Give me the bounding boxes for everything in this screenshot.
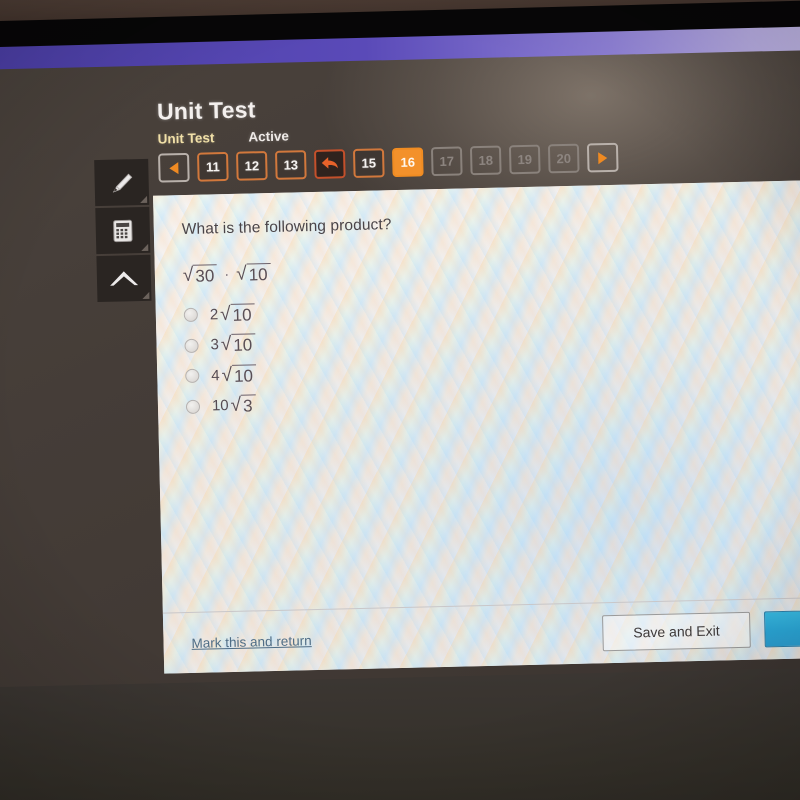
answer-option-c[interactable]: 4 √ 10 xyxy=(185,351,800,388)
answer-option-label: 2 √ 10 xyxy=(209,302,255,326)
page-title: Unit Test xyxy=(156,96,256,125)
pager-item-13[interactable]: 13 xyxy=(274,150,307,180)
option-coefficient: 2 xyxy=(209,306,219,324)
pager-item-20: 20 xyxy=(547,143,580,174)
answer-option-a[interactable]: 2 √ 10 xyxy=(183,289,800,326)
answer-option-label: 10 √ 3 xyxy=(211,394,256,418)
option-radicand: 10 xyxy=(230,302,255,326)
option-radical: √ 10 xyxy=(219,302,255,326)
radical-sign: √ xyxy=(220,334,232,356)
radical-right: √ 10 xyxy=(235,262,271,286)
up-arrow-icon xyxy=(107,265,142,292)
answer-option-label: 3 √ 10 xyxy=(210,333,256,356)
radicand-right: 10 xyxy=(246,262,271,286)
pager-next-button[interactable] xyxy=(586,142,619,173)
radical-sign: √ xyxy=(230,394,242,417)
option-radicand: 3 xyxy=(240,394,256,417)
assessment-name: Unit Test xyxy=(157,130,215,147)
footer-actions: Save and Exit Next xyxy=(601,609,800,652)
option-radical: √ 10 xyxy=(221,363,257,387)
pager-item-11[interactable]: 11 xyxy=(197,151,229,182)
radical-sign: √ xyxy=(182,264,194,287)
pencil-icon xyxy=(106,167,137,198)
pager-item-15[interactable]: 15 xyxy=(352,148,385,178)
radio-button[interactable] xyxy=(184,338,199,353)
header: Unit Test Unit Test Active xyxy=(156,96,290,147)
save-and-exit-button[interactable]: Save and Exit xyxy=(601,611,752,652)
answer-options: 2 √ 10 3 √ 10 4 √ 10 10 √ 3 xyxy=(183,289,800,418)
pager-item-18: 18 xyxy=(469,145,502,176)
answer-option-label: 4 √ 10 xyxy=(211,363,257,387)
option-radical: √ 10 xyxy=(220,333,256,356)
answer-option-b[interactable]: 3 √ 10 xyxy=(184,320,800,357)
pager-item-label: 13 xyxy=(283,157,299,173)
reference-tool-button[interactable] xyxy=(96,254,152,303)
triangle-left-icon xyxy=(169,161,179,174)
multiplication-operator: · xyxy=(224,266,230,284)
pager-item-label: 11 xyxy=(205,159,220,175)
pager-item-label: 16 xyxy=(400,154,416,170)
option-coefficient: 10 xyxy=(211,397,229,415)
option-coefficient: 4 xyxy=(211,367,220,385)
option-radicand: 10 xyxy=(231,363,257,387)
radical-sign: √ xyxy=(221,364,233,386)
pager-item-17: 17 xyxy=(430,146,463,177)
radical-left: √ 30 xyxy=(182,264,218,287)
question-prompt: What is the following product? xyxy=(181,216,392,239)
pager-item-label: 19 xyxy=(517,151,533,168)
radical-sign: √ xyxy=(219,303,231,325)
highlighter-tool-button[interactable] xyxy=(94,158,150,207)
tool-rail xyxy=(94,158,152,303)
mark-and-return-link[interactable]: Mark this and return xyxy=(191,633,311,651)
monitor-photo: Unit Test Unit Test Active 11 12 13 15 1… xyxy=(0,0,800,800)
pager-item-label: 12 xyxy=(244,158,260,174)
triangle-right-icon xyxy=(598,151,608,164)
panel-footer: Mark this and return Save and Exit Next xyxy=(162,596,800,674)
pager-prev-button[interactable] xyxy=(158,152,190,183)
desk-surface-bottom xyxy=(0,666,800,800)
pager-item-label: 17 xyxy=(439,153,455,169)
radio-button[interactable] xyxy=(183,308,199,323)
pager-item-label: 15 xyxy=(361,155,377,171)
pager-item-12[interactable]: 12 xyxy=(235,151,268,181)
radical-sign: √ xyxy=(235,263,247,285)
radio-button[interactable] xyxy=(185,369,200,384)
pager-item-label: 18 xyxy=(478,152,494,169)
calculator-icon xyxy=(108,216,137,245)
screen-area: Unit Test Unit Test Active 11 12 13 15 1… xyxy=(0,49,800,710)
status-badge: Active xyxy=(248,128,290,145)
pager-item-16-current[interactable]: 16 xyxy=(391,147,424,178)
option-radical: √ 3 xyxy=(230,394,256,417)
pager-item-14-flagged[interactable] xyxy=(313,149,346,179)
calculator-tool-button[interactable] xyxy=(95,206,151,255)
question-pager: 11 12 13 15 16 17 18 19 20 xyxy=(158,142,619,183)
question-body: What is the following product? √ 30 · √ … xyxy=(153,179,800,418)
next-button[interactable]: Next xyxy=(764,609,800,648)
pager-item-label: 20 xyxy=(556,150,572,167)
radicand-left: 30 xyxy=(193,264,218,287)
pager-item-19: 19 xyxy=(508,144,541,175)
option-coefficient: 3 xyxy=(210,336,220,354)
option-radicand: 10 xyxy=(231,333,256,356)
radio-button[interactable] xyxy=(185,399,201,414)
back-arrow-icon xyxy=(320,155,339,173)
question-expression: √ 30 · √ 10 xyxy=(183,250,800,287)
answer-option-d[interactable]: 10 √ 3 xyxy=(185,381,800,418)
header-subrow: Unit Test Active xyxy=(158,129,290,147)
question-panel: What is the following product? √ 30 · √ … xyxy=(153,179,800,674)
